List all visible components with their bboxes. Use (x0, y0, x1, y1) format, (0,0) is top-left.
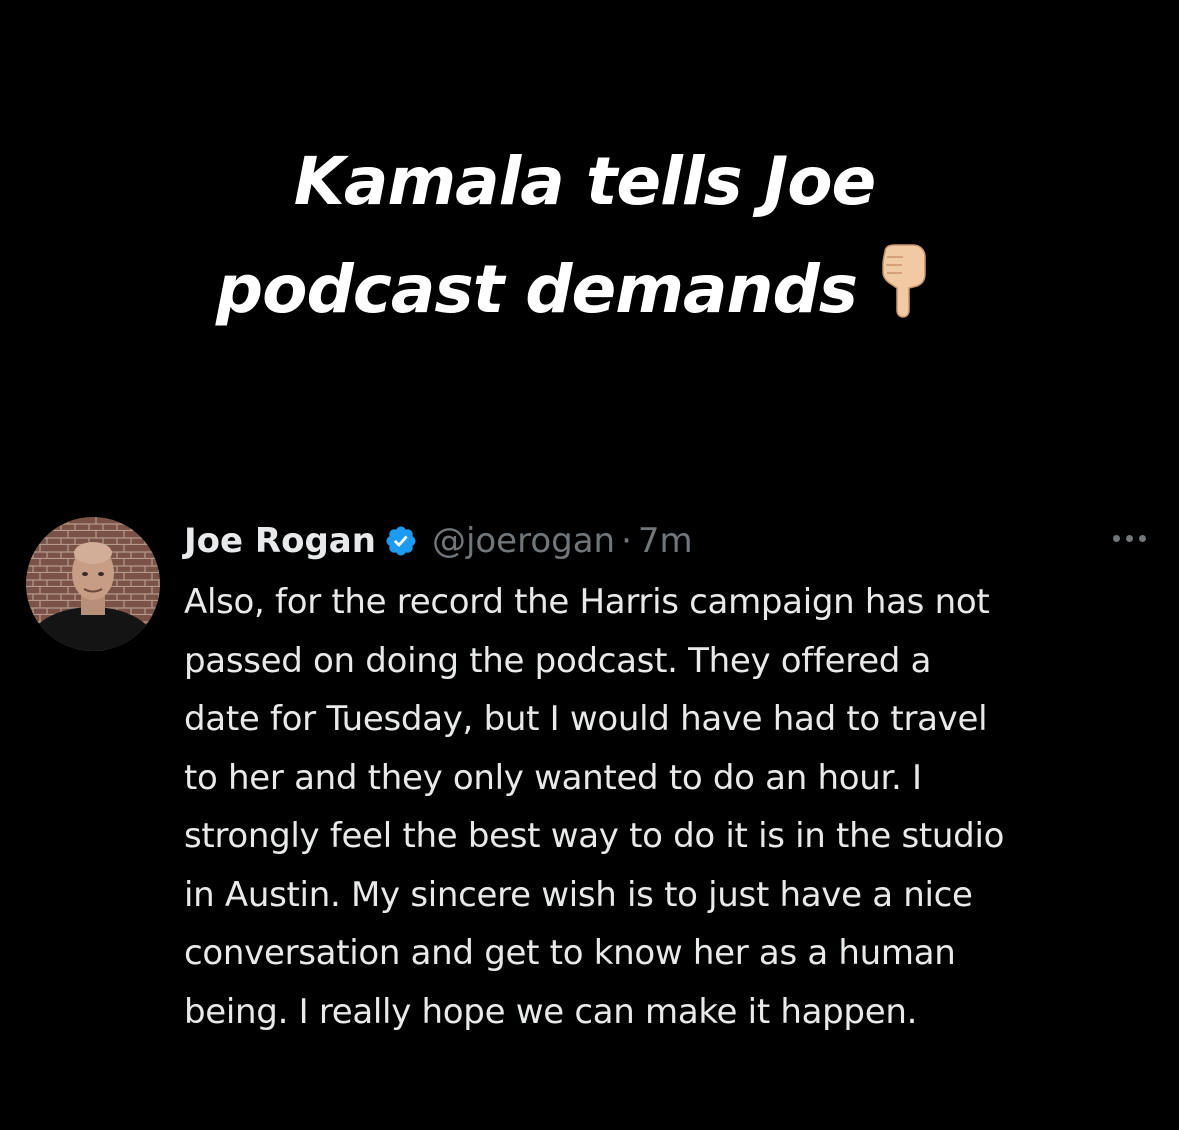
tweet-body: Joe Rogan @joerogan · 7m Also, for the r… (184, 515, 1154, 1041)
headline-line-2-text: podcast demands (215, 251, 858, 328)
more-options-icon[interactable] (1104, 523, 1154, 553)
display-name[interactable]: Joe Rogan (184, 521, 376, 561)
avatar-photo (26, 517, 160, 651)
header-separator: · (621, 521, 632, 561)
tweet-header: Joe Rogan @joerogan · 7m (184, 515, 1154, 567)
tweet-text: Also, for the record the Harris campaign… (184, 582, 1005, 1032)
headline-line-1: Kamala tells Joe (293, 143, 877, 220)
verified-badge-icon[interactable] (384, 524, 418, 558)
avatar[interactable] (26, 517, 160, 651)
timestamp[interactable]: 7m (638, 521, 693, 561)
headline-line-2: podcast demands (0, 236, 1179, 344)
headline: Kamala tells Joe podcast demands (0, 128, 1179, 344)
backhand-index-pointing-down-icon (882, 244, 926, 318)
user-handle[interactable]: @joerogan (432, 521, 615, 561)
